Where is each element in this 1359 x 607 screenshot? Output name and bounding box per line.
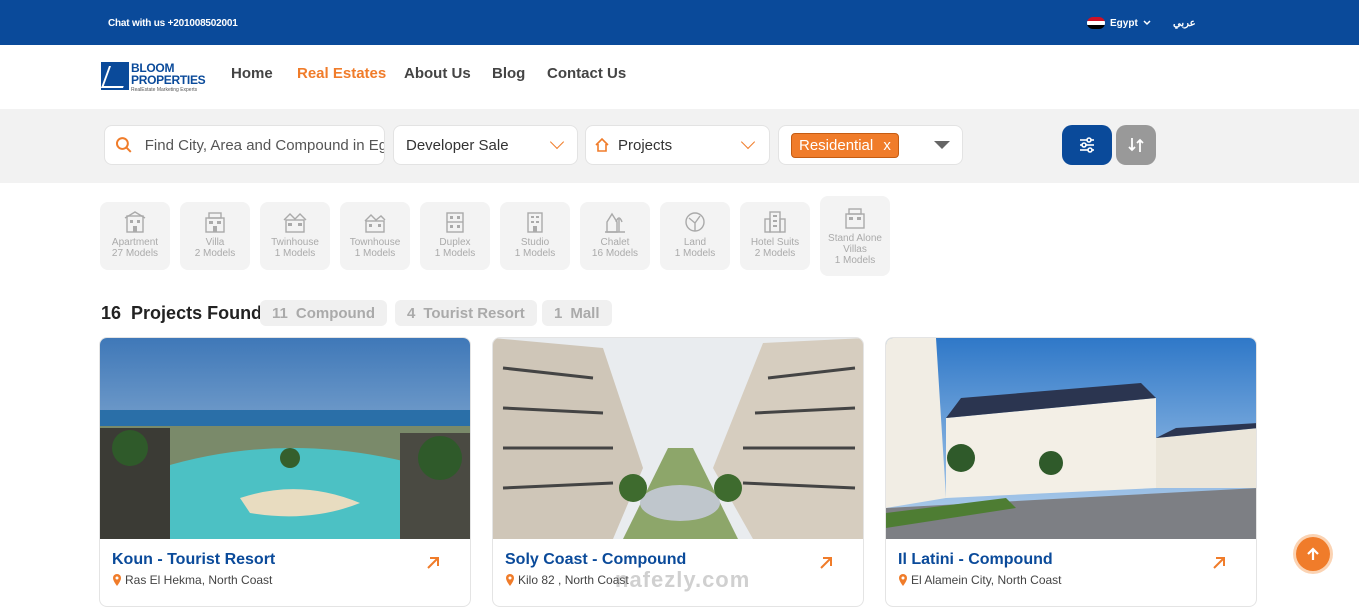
swap-icon bbox=[1128, 138, 1144, 152]
map-pin-icon bbox=[506, 574, 514, 586]
projects-found-heading: 16 Projects Found bbox=[101, 303, 263, 323]
logo-name: BLOOM PROPERTIES bbox=[131, 61, 206, 87]
property-type-select[interactable]: Residential x bbox=[778, 125, 963, 165]
land-icon bbox=[685, 212, 705, 232]
nav-about-us[interactable]: About Us bbox=[404, 65, 471, 82]
nav-blog[interactable]: Blog bbox=[492, 65, 525, 82]
type-tile-apartment[interactable]: Apartment 27 Models bbox=[100, 202, 170, 270]
project-title[interactable]: Il Latini - Compound bbox=[898, 551, 1053, 569]
map-pin-icon bbox=[899, 574, 907, 586]
arrow-up-right-icon[interactable] bbox=[424, 554, 442, 572]
type-tile-villa[interactable]: Villa 2 Models bbox=[180, 202, 250, 270]
logo-tagline: RealEstate Marketing Experts bbox=[131, 87, 198, 93]
arrow-up-right-icon[interactable] bbox=[1210, 554, 1228, 572]
project-title[interactable]: Koun - Tourist Resort bbox=[112, 551, 275, 569]
category-value: Projects bbox=[618, 136, 673, 154]
reset-button[interactable] bbox=[1116, 125, 1156, 165]
studio-icon bbox=[527, 212, 543, 233]
category-select[interactable]: Projects bbox=[585, 125, 770, 165]
project-photo[interactable] bbox=[493, 338, 864, 539]
residential-tag[interactable]: Residential x bbox=[791, 132, 899, 158]
caret-down-icon bbox=[934, 141, 950, 149]
map-pin-icon bbox=[113, 574, 121, 586]
chevron-down-icon bbox=[740, 134, 756, 150]
country-selector[interactable]: Egypt bbox=[1087, 17, 1151, 29]
sliders-icon bbox=[1080, 137, 1094, 153]
chip-tourist-resort[interactable]: 4 Tourist Resort bbox=[395, 300, 537, 326]
chalet-icon bbox=[605, 212, 625, 233]
project-card[interactable]: Il Latini - Compound El Alamein City, No… bbox=[885, 337, 1257, 607]
project-location: El Alamein City, North Coast bbox=[898, 573, 1062, 587]
twinhouse-icon bbox=[283, 213, 307, 233]
project-card[interactable]: Koun - Tourist Resort Ras El Hekma, Nort… bbox=[99, 337, 471, 607]
arrow-up-right-icon[interactable] bbox=[817, 554, 835, 572]
sale-type-value: Developer Sale bbox=[406, 136, 509, 154]
apartment-icon bbox=[124, 211, 146, 233]
type-tile-chalet[interactable]: Chalet 16 Models bbox=[580, 202, 650, 270]
language-switch[interactable]: عربي bbox=[1173, 18, 1196, 29]
type-tile-studio[interactable]: Studio 1 Models bbox=[500, 202, 570, 270]
bloom-properties-logo[interactable]: BLOOM PROPERTIES RealEstate Marketing Ex… bbox=[101, 62, 211, 94]
type-tile-land[interactable]: Land 1 Models bbox=[660, 202, 730, 270]
project-photo[interactable] bbox=[100, 338, 471, 539]
home-icon bbox=[595, 137, 609, 152]
villa-icon bbox=[205, 212, 225, 233]
sale-type-select[interactable]: Developer Sale bbox=[393, 125, 578, 165]
chevron-down-icon bbox=[1143, 20, 1151, 26]
nav-real-estates[interactable]: Real Estates bbox=[297, 65, 386, 82]
project-photo[interactable] bbox=[886, 338, 1257, 539]
search-icon bbox=[115, 137, 132, 153]
duplex-icon bbox=[446, 212, 464, 233]
chip-mall[interactable]: 1 Mall bbox=[542, 300, 612, 326]
type-tile-hotel-suits[interactable]: Hotel Suits 2 Models bbox=[740, 202, 810, 270]
chevron-down-icon bbox=[549, 134, 565, 150]
scroll-to-top-button[interactable] bbox=[1296, 537, 1330, 571]
type-tile-duplex[interactable]: Duplex 1 Models bbox=[420, 202, 490, 270]
nav-home[interactable]: Home bbox=[231, 65, 273, 82]
arrow-up-icon bbox=[1307, 547, 1319, 560]
type-tile-stand-alone-villas[interactable]: Stand Alone Villas 1 Models bbox=[820, 196, 890, 276]
hotel-icon bbox=[764, 211, 786, 233]
chip-compound[interactable]: 11 Compound bbox=[260, 300, 388, 326]
townhouse-icon bbox=[364, 214, 386, 233]
standalone-villa-icon bbox=[845, 208, 865, 229]
top-bar: Chat with us +201008502001 Egypt عربي bbox=[0, 0, 1359, 45]
egypt-flag-icon bbox=[1087, 17, 1105, 29]
chat-contact[interactable]: Chat with us +201008502001 bbox=[108, 18, 238, 29]
type-tile-twinhouse[interactable]: Twinhouse 1 Models bbox=[260, 202, 330, 270]
filter-button[interactable] bbox=[1062, 125, 1112, 165]
logo-mark-icon bbox=[101, 62, 129, 90]
location-search-input[interactable]: Find City, Area and Compound in Eg bbox=[104, 125, 385, 165]
nav-contact-us[interactable]: Contact Us bbox=[547, 65, 626, 82]
country-label: Egypt bbox=[1110, 17, 1138, 29]
project-location: Kilo 82 , North Coast bbox=[505, 573, 629, 587]
remove-tag-button[interactable]: x bbox=[883, 137, 891, 154]
watermark: nafezly.com bbox=[615, 567, 751, 592]
project-location: Ras El Hekma, North Coast bbox=[112, 573, 272, 587]
search-placeholder: Find City, Area and Compound in Eg bbox=[144, 136, 384, 154]
type-tile-townhouse[interactable]: Townhouse 1 Models bbox=[340, 202, 410, 270]
